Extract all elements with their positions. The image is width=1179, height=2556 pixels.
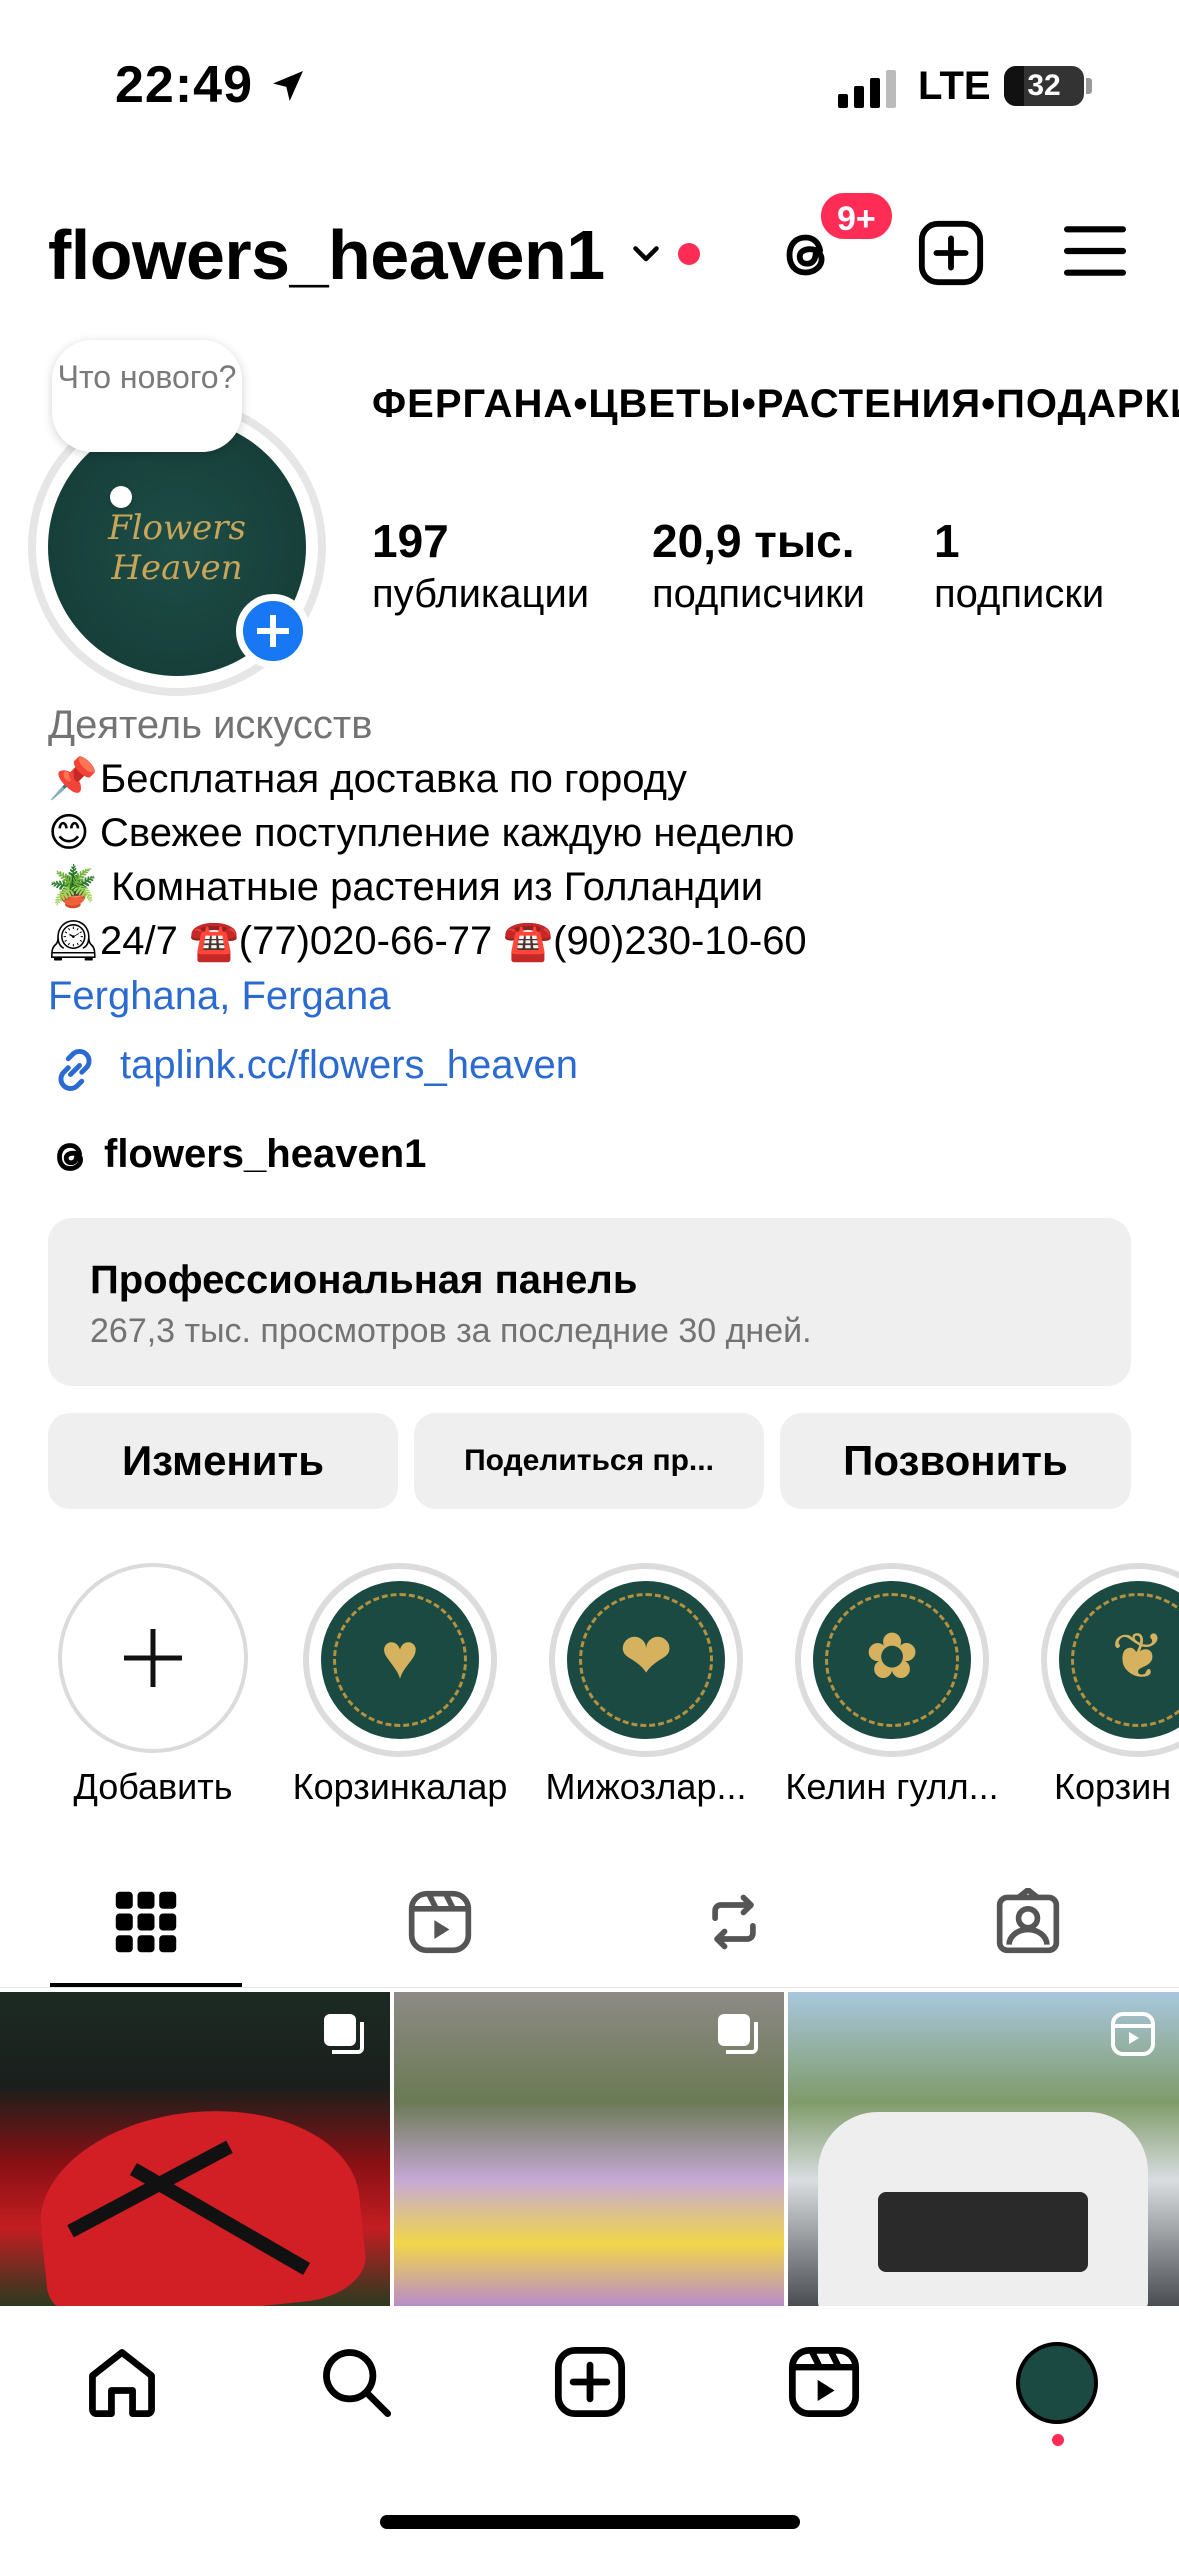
bio-text: 24/7 ☎️(77)020-66-77 ☎️(90)230-10-60 [100,919,807,963]
battery-level: 32 [1027,69,1061,102]
professional-dashboard-subtitle: 267,3 тыс. просмотров за последние 30 дн… [90,1312,812,1350]
post-thumbnail[interactable] [0,1992,390,2306]
home-indicator [380,2515,800,2529]
location-link[interactable]: Ferghana, Fergana [48,974,390,1019]
account-username[interactable]: flowers_heaven1 [48,215,605,295]
notification-badge: 9+ [818,190,895,242]
profile-category: Деятель искусств [48,703,373,747]
reels-icon[interactable] [786,2344,862,2420]
following-label[interactable]: подписки [934,572,1104,617]
bio-line: 🪴 Комнатные растения из Голландии [48,860,763,914]
post-thumbnail[interactable] [788,1992,1179,2306]
bouquet-icon: ✿ [865,1620,919,1692]
bio-line: 😊 Свежее поступление каждую неделю [48,806,794,860]
notification-dot [678,243,700,265]
avatar-logo-text: Flowers Heaven [108,508,246,588]
search-icon[interactable] [318,2344,394,2420]
status-time: 22:49 [115,56,253,114]
gift-icon: ❦ [1111,1620,1165,1692]
profile-display-name: ФЕРГАНА•ЦВЕТЫ•РАСТЕНИЯ•ПОДАРКИ [372,382,1179,426]
note-bubble-tail [110,486,132,508]
create-icon[interactable] [916,218,986,288]
reels-tab-icon[interactable] [406,1888,474,1956]
bio-text: Комнатные растения из Голландии [100,865,764,909]
chevron-down-icon[interactable] [628,235,664,271]
website-link[interactable]: taplink.cc/flowers_heaven [120,1043,578,1088]
note-bubble[interactable]: Что нового? [52,340,242,452]
battery-icon: 32 [1004,66,1084,106]
network-type: LTE [918,64,991,108]
pushpin-icon: 📌 [48,757,98,801]
reposts-tab-icon[interactable] [700,1888,768,1956]
carousel-icon [718,2014,758,2054]
add-highlight-button[interactable] [58,1563,248,1753]
highlight-item[interactable]: ✿ [795,1563,989,1757]
smile-icon: 😊 [48,811,90,855]
followers-count[interactable]: 20,9 тыс. [652,514,855,568]
highlight-label[interactable]: Корзин [1018,1766,1179,1808]
reel-icon [1111,2012,1155,2056]
highlight-label[interactable]: Добавить [33,1766,273,1808]
profile-notification-dot [1052,2434,1064,2446]
menu-icon[interactable] [1064,222,1126,280]
potted-plant-icon: 🪴 [48,865,98,909]
edit-profile-button[interactable]: Изменить [48,1413,398,1509]
carousel-icon [324,2014,364,2054]
link-icon [58,1049,92,1091]
basket-icon: ♥ [381,1620,419,1692]
threads-handle-link[interactable]: flowers_heaven1 [104,1132,426,1177]
home-icon[interactable] [84,2344,160,2420]
highlight-item[interactable]: ❦ [1041,1563,1179,1757]
tagged-tab-icon[interactable] [994,1888,1062,1956]
battery-tip [1086,78,1092,94]
post-thumbnail[interactable] [394,1992,784,2306]
tabs-divider [0,1987,1179,1988]
bio-line: 📌Бесплатная доставка по городу [48,752,687,806]
bio-line: 🕰24/7 ☎️(77)020-66-77 ☎️(90)230-10-60 [48,914,807,968]
hearts-icon: ❤ [619,1620,673,1692]
share-profile-button[interactable]: Поделиться пр... [414,1413,764,1509]
call-button[interactable]: Позвонить [780,1413,1131,1509]
highlight-item[interactable]: ❤ [549,1563,743,1757]
bio-text: Бесплатная доставка по городу [100,757,687,801]
professional-dashboard-title: Профессиональная панель [90,1258,638,1302]
grid-tab-icon[interactable] [112,1888,180,1956]
threads-icon[interactable] [48,1134,94,1180]
highlight-item[interactable]: ♥ [303,1563,497,1757]
followers-label[interactable]: подписчики [652,572,865,617]
posts-label[interactable]: публикации [372,572,589,617]
add-story-button[interactable] [236,594,310,668]
clock-icon: 🕰 [48,919,99,963]
following-count[interactable]: 1 [934,514,960,568]
highlight-label[interactable]: Корзинкалар [280,1766,520,1808]
signal-icon [838,70,896,108]
location-arrow-icon [273,71,303,101]
posts-count[interactable]: 197 [372,514,449,568]
profile-avatar-tab[interactable] [1016,2342,1098,2424]
create-icon[interactable] [552,2344,628,2420]
highlight-label[interactable]: Келин гулл... [772,1766,1012,1808]
bio-text: Свежее поступление каждую неделю [100,811,795,855]
highlight-label[interactable]: Мижозлар... [526,1766,766,1808]
